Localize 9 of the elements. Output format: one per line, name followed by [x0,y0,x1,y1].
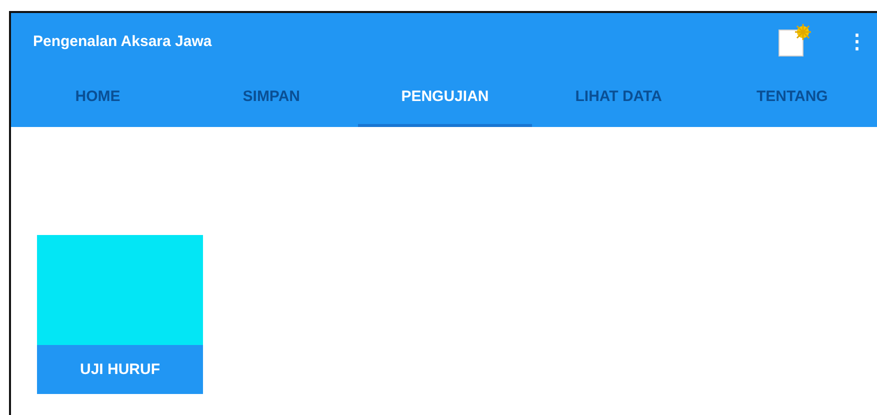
test-button[interactable]: UJI HURUF [37,345,203,394]
note-icon[interactable] [777,24,811,58]
tab[interactable]: TENTANG [705,69,877,127]
tab[interactable]: SIMPAN [184,69,358,127]
tab[interactable]: PENGUJIAN [358,69,532,127]
app-title: Pengenalan Aksara Jawa [33,32,213,50]
overflow-menu-icon[interactable]: ⋮ [847,28,867,54]
tab[interactable]: LIHAT DATA [532,69,706,127]
tab[interactable]: HOME [11,69,185,127]
